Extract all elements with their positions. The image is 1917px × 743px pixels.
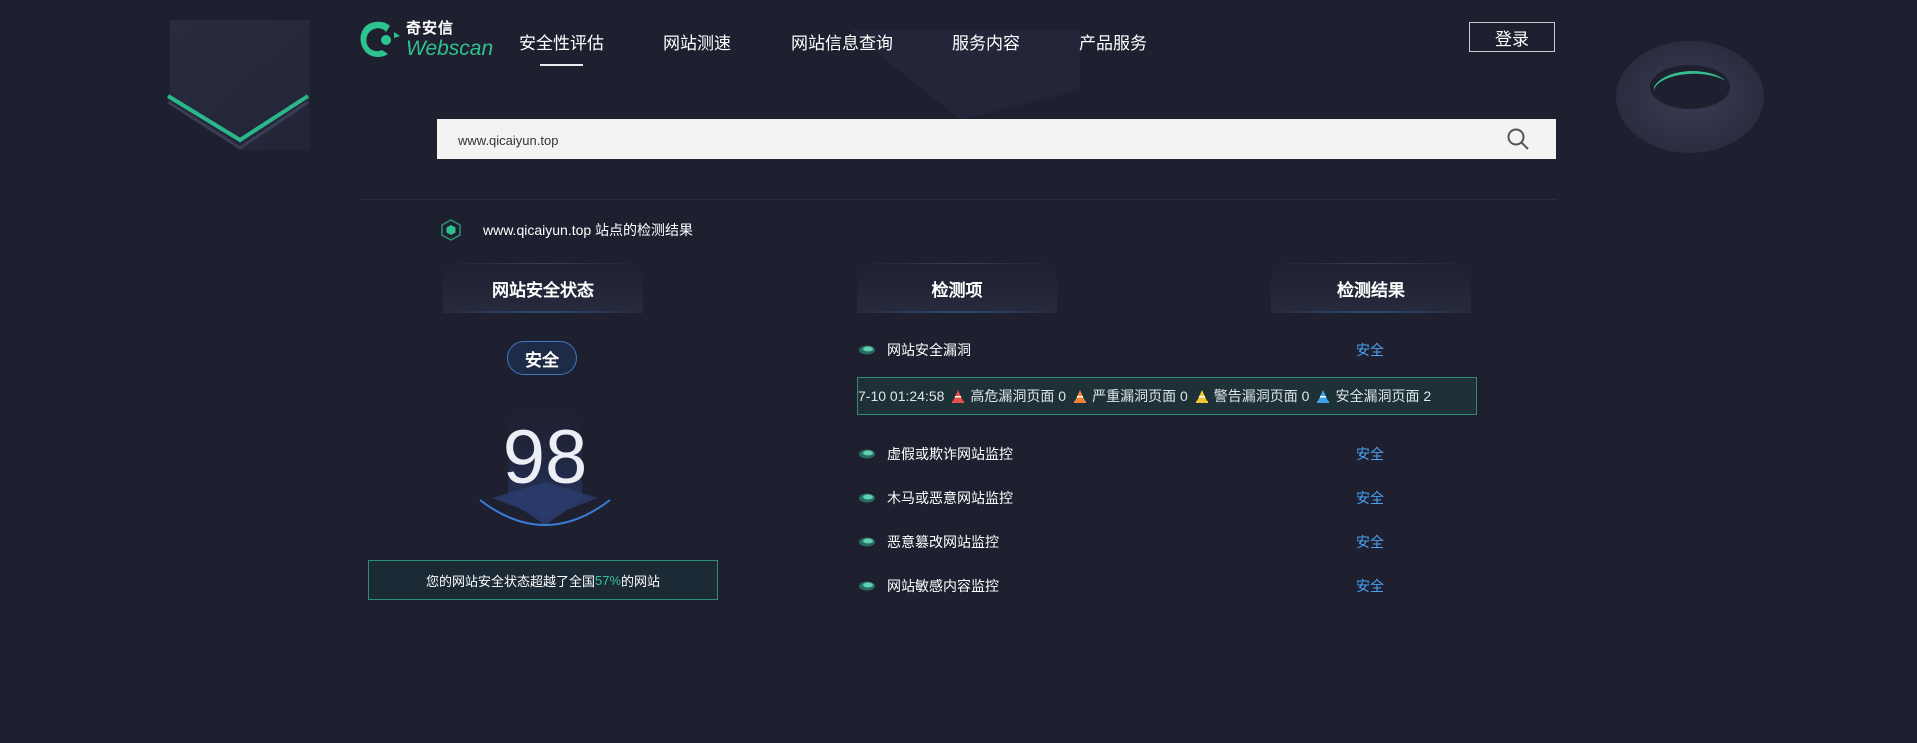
check-row: 虚假或欺诈网站监控 安全: [858, 444, 1478, 464]
check-name: 恶意篡改网站监控: [887, 534, 999, 550]
check-result[interactable]: 安全: [1356, 444, 1384, 464]
search-icon[interactable]: [1506, 127, 1530, 151]
ticker-count: 0: [1058, 388, 1067, 404]
ticker-count: 2: [1423, 388, 1432, 404]
hexagon-icon: [441, 219, 461, 241]
nav-item-site-info[interactable]: 网站信息查询: [791, 29, 893, 54]
shield-leaf-icon: [859, 537, 875, 547]
status-badge: 安全: [507, 341, 577, 375]
check-row: 网站敏感内容监控 安全: [858, 576, 1478, 596]
column-header-items: 检测项: [857, 263, 1057, 313]
divider: [358, 199, 1556, 200]
ticker-label: 警告漏洞页面: [1213, 388, 1298, 404]
check-result[interactable]: 安全: [1356, 532, 1384, 552]
check-result[interactable]: 安全: [1356, 340, 1384, 360]
nav-item-services[interactable]: 服务内容: [952, 29, 1020, 54]
result-title: www.qicaiyun.top 站点的检测结果: [441, 219, 693, 241]
shield-leaf-icon: [859, 345, 875, 355]
nav-item-speed-test[interactable]: 网站测速: [663, 29, 731, 54]
ticker-label: 严重漏洞页面: [1092, 388, 1177, 404]
brand-name-en: Webscan: [406, 37, 494, 60]
main-nav: 安全性评估 网站测速 网站信息查询 服务内容 产品服务: [519, 29, 1147, 66]
check-name: 虚假或欺诈网站监控: [887, 446, 1013, 462]
rank-prefix: 您的网站安全状态超越了全国: [425, 573, 595, 589]
rank-summary: 您的网站安全状态超越了全国 57% 的网站: [368, 560, 718, 600]
check-row: 恶意篡改网站监控 安全: [858, 532, 1478, 552]
column-header-results: 检测结果: [1271, 263, 1471, 313]
ticker-count: 0: [1179, 388, 1188, 404]
score-display: 98: [470, 390, 620, 530]
warning-cone-icon: [952, 389, 965, 403]
search-input[interactable]: [456, 119, 1460, 161]
check-row: 木马或恶意网站监控 安全: [858, 488, 1478, 508]
brand-logo[interactable]: 奇安信 Webscan: [356, 18, 493, 62]
nav-item-products[interactable]: 产品服务: [1079, 29, 1147, 54]
check-name: 木马或恶意网站监控: [887, 490, 1013, 506]
ticker-count: 0: [1301, 388, 1310, 404]
check-name: 网站敏感内容监控: [887, 578, 999, 594]
shield-leaf-icon: [859, 449, 875, 459]
check-name: 网站安全漏洞: [887, 342, 971, 358]
ticker-time: 7-10 01:24:58: [858, 388, 945, 404]
security-score: 98: [502, 415, 588, 500]
check-result[interactable]: 安全: [1356, 488, 1384, 508]
shield-leaf-icon: [859, 493, 875, 503]
vulnerability-ticker: 7-10 01:24:58 高危漏洞页面 0 严重漏洞页面 0 警告漏洞页面 0…: [857, 377, 1477, 415]
nav-item-security-assessment[interactable]: 安全性评估: [519, 29, 604, 66]
search-box: [437, 119, 1556, 161]
shield-leaf-icon: [859, 581, 875, 591]
warning-cone-icon: [1074, 389, 1087, 403]
decor-ring: [1616, 41, 1764, 153]
logo-mark-icon: [360, 21, 400, 57]
check-result[interactable]: 安全: [1356, 576, 1384, 596]
warning-cone-icon: [1195, 389, 1208, 403]
login-button[interactable]: 登录: [1469, 22, 1555, 52]
ticker-label: 高危漏洞页面: [970, 388, 1055, 404]
brand-name-cn: 奇安信: [406, 20, 455, 37]
decor-cube: [166, 20, 310, 150]
ticker-label: 安全漏洞页面: [1335, 388, 1420, 404]
check-row: 网站安全漏洞 安全: [858, 340, 1478, 360]
rank-percent: 57%: [594, 572, 622, 588]
column-header-status: 网站安全状态: [443, 263, 643, 313]
rank-suffix: 的网站: [621, 573, 661, 589]
warning-cone-icon: [1317, 389, 1330, 403]
result-title-text: www.qicaiyun.top 站点的检测结果: [483, 222, 694, 238]
